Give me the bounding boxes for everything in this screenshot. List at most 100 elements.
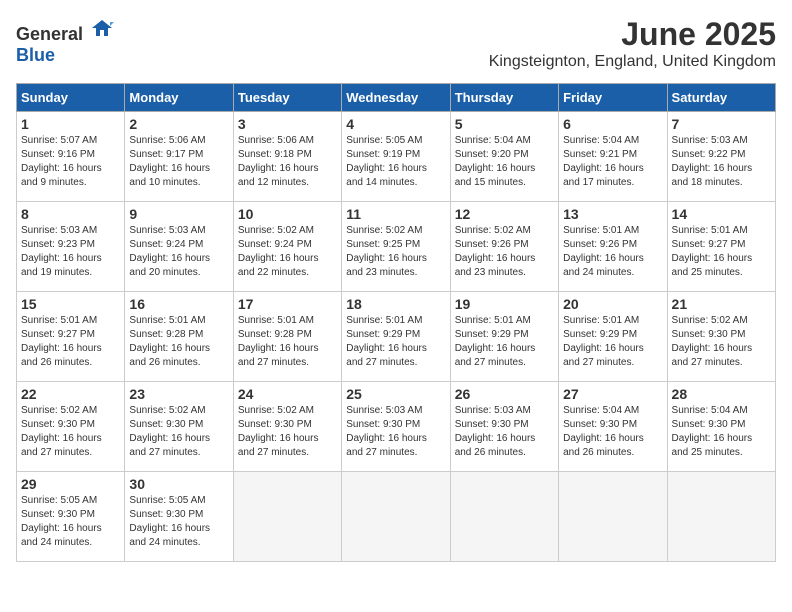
day-cell-28: 28 Sunrise: 5:04 AM Sunset: 9:30 PM Dayl…	[667, 382, 775, 472]
day-number: 22	[21, 386, 120, 402]
day-cell-10: 10 Sunrise: 5:02 AM Sunset: 9:24 PM Dayl…	[233, 202, 341, 292]
day-info: Sunrise: 5:01 AM Sunset: 9:29 PM Dayligh…	[455, 314, 554, 370]
day-cell-1: 1 Sunrise: 5:07 AM Sunset: 9:16 PM Dayli…	[17, 112, 125, 202]
day-number: 10	[238, 206, 337, 222]
day-info: Sunrise: 5:01 AM Sunset: 9:29 PM Dayligh…	[563, 314, 662, 370]
day-cell-15: 15 Sunrise: 5:01 AM Sunset: 9:27 PM Dayl…	[17, 292, 125, 382]
day-number: 27	[563, 386, 662, 402]
empty-cell	[559, 472, 667, 562]
day-info: Sunrise: 5:01 AM Sunset: 9:27 PM Dayligh…	[21, 314, 120, 370]
day-info: Sunrise: 5:01 AM Sunset: 9:28 PM Dayligh…	[238, 314, 337, 370]
day-info: Sunrise: 5:02 AM Sunset: 9:30 PM Dayligh…	[129, 404, 228, 460]
day-number: 24	[238, 386, 337, 402]
day-number: 17	[238, 296, 337, 312]
week-row-3: 15 Sunrise: 5:01 AM Sunset: 9:27 PM Dayl…	[17, 292, 776, 382]
week-row-2: 8 Sunrise: 5:03 AM Sunset: 9:23 PM Dayli…	[17, 202, 776, 292]
day-info: Sunrise: 5:02 AM Sunset: 9:26 PM Dayligh…	[455, 224, 554, 280]
day-number: 9	[129, 206, 228, 222]
day-number: 7	[672, 116, 771, 132]
page-header: General Blue June 2025 Kingsteignton, En…	[16, 16, 776, 71]
day-info: Sunrise: 5:02 AM Sunset: 9:30 PM Dayligh…	[21, 404, 120, 460]
day-info: Sunrise: 5:02 AM Sunset: 9:30 PM Dayligh…	[672, 314, 771, 370]
logo-icon	[90, 16, 114, 40]
header-saturday: Saturday	[667, 84, 775, 112]
day-number: 30	[129, 476, 228, 492]
day-info: Sunrise: 5:04 AM Sunset: 9:30 PM Dayligh…	[563, 404, 662, 460]
day-info: Sunrise: 5:06 AM Sunset: 9:18 PM Dayligh…	[238, 134, 337, 190]
day-number: 25	[346, 386, 445, 402]
day-cell-23: 23 Sunrise: 5:02 AM Sunset: 9:30 PM Dayl…	[125, 382, 233, 472]
day-cell-27: 27 Sunrise: 5:04 AM Sunset: 9:30 PM Dayl…	[559, 382, 667, 472]
header-wednesday: Wednesday	[342, 84, 450, 112]
empty-cell	[233, 472, 341, 562]
day-number: 19	[455, 296, 554, 312]
day-cell-9: 9 Sunrise: 5:03 AM Sunset: 9:24 PM Dayli…	[125, 202, 233, 292]
day-cell-29: 29 Sunrise: 5:05 AM Sunset: 9:30 PM Dayl…	[17, 472, 125, 562]
location-title: Kingsteignton, England, United Kingdom	[489, 53, 776, 71]
day-info: Sunrise: 5:03 AM Sunset: 9:24 PM Dayligh…	[129, 224, 228, 280]
day-info: Sunrise: 5:04 AM Sunset: 9:21 PM Dayligh…	[563, 134, 662, 190]
day-number: 15	[21, 296, 120, 312]
day-number: 12	[455, 206, 554, 222]
calendar-header-row: Sunday Monday Tuesday Wednesday Thursday…	[17, 84, 776, 112]
day-number: 1	[21, 116, 120, 132]
day-cell-24: 24 Sunrise: 5:02 AM Sunset: 9:30 PM Dayl…	[233, 382, 341, 472]
logo-content: General Blue	[16, 16, 114, 66]
day-info: Sunrise: 5:01 AM Sunset: 9:26 PM Dayligh…	[563, 224, 662, 280]
day-info: Sunrise: 5:06 AM Sunset: 9:17 PM Dayligh…	[129, 134, 228, 190]
month-title: June 2025	[489, 16, 776, 53]
day-cell-21: 21 Sunrise: 5:02 AM Sunset: 9:30 PM Dayl…	[667, 292, 775, 382]
empty-cell	[667, 472, 775, 562]
day-info: Sunrise: 5:03 AM Sunset: 9:30 PM Dayligh…	[455, 404, 554, 460]
header-friday: Friday	[559, 84, 667, 112]
day-number: 28	[672, 386, 771, 402]
day-number: 14	[672, 206, 771, 222]
day-number: 3	[238, 116, 337, 132]
title-section: June 2025 Kingsteignton, England, United…	[489, 16, 776, 71]
day-number: 8	[21, 206, 120, 222]
day-cell-11: 11 Sunrise: 5:02 AM Sunset: 9:25 PM Dayl…	[342, 202, 450, 292]
day-cell-20: 20 Sunrise: 5:01 AM Sunset: 9:29 PM Dayl…	[559, 292, 667, 382]
day-info: Sunrise: 5:02 AM Sunset: 9:24 PM Dayligh…	[238, 224, 337, 280]
day-info: Sunrise: 5:07 AM Sunset: 9:16 PM Dayligh…	[21, 134, 120, 190]
day-cell-4: 4 Sunrise: 5:05 AM Sunset: 9:19 PM Dayli…	[342, 112, 450, 202]
day-cell-8: 8 Sunrise: 5:03 AM Sunset: 9:23 PM Dayli…	[17, 202, 125, 292]
day-info: Sunrise: 5:05 AM Sunset: 9:30 PM Dayligh…	[129, 494, 228, 550]
day-cell-16: 16 Sunrise: 5:01 AM Sunset: 9:28 PM Dayl…	[125, 292, 233, 382]
day-cell-3: 3 Sunrise: 5:06 AM Sunset: 9:18 PM Dayli…	[233, 112, 341, 202]
day-cell-5: 5 Sunrise: 5:04 AM Sunset: 9:20 PM Dayli…	[450, 112, 558, 202]
day-number: 6	[563, 116, 662, 132]
logo-general: General	[16, 24, 83, 44]
day-cell-18: 18 Sunrise: 5:01 AM Sunset: 9:29 PM Dayl…	[342, 292, 450, 382]
day-info: Sunrise: 5:01 AM Sunset: 9:29 PM Dayligh…	[346, 314, 445, 370]
empty-cell	[450, 472, 558, 562]
day-cell-12: 12 Sunrise: 5:02 AM Sunset: 9:26 PM Dayl…	[450, 202, 558, 292]
logo: General Blue	[16, 16, 114, 66]
header-monday: Monday	[125, 84, 233, 112]
day-number: 5	[455, 116, 554, 132]
day-number: 2	[129, 116, 228, 132]
day-cell-2: 2 Sunrise: 5:06 AM Sunset: 9:17 PM Dayli…	[125, 112, 233, 202]
day-info: Sunrise: 5:05 AM Sunset: 9:30 PM Dayligh…	[21, 494, 120, 550]
day-number: 11	[346, 206, 445, 222]
day-info: Sunrise: 5:05 AM Sunset: 9:19 PM Dayligh…	[346, 134, 445, 190]
empty-cell	[342, 472, 450, 562]
day-cell-14: 14 Sunrise: 5:01 AM Sunset: 9:27 PM Dayl…	[667, 202, 775, 292]
day-info: Sunrise: 5:01 AM Sunset: 9:27 PM Dayligh…	[672, 224, 771, 280]
day-number: 29	[21, 476, 120, 492]
day-number: 21	[672, 296, 771, 312]
day-cell-30: 30 Sunrise: 5:05 AM Sunset: 9:30 PM Dayl…	[125, 472, 233, 562]
day-number: 16	[129, 296, 228, 312]
day-cell-7: 7 Sunrise: 5:03 AM Sunset: 9:22 PM Dayli…	[667, 112, 775, 202]
day-number: 23	[129, 386, 228, 402]
day-number: 4	[346, 116, 445, 132]
logo-blue: Blue	[16, 45, 55, 65]
day-info: Sunrise: 5:03 AM Sunset: 9:22 PM Dayligh…	[672, 134, 771, 190]
week-row-4: 22 Sunrise: 5:02 AM Sunset: 9:30 PM Dayl…	[17, 382, 776, 472]
day-number: 18	[346, 296, 445, 312]
calendar-table: Sunday Monday Tuesday Wednesday Thursday…	[16, 83, 776, 562]
day-info: Sunrise: 5:03 AM Sunset: 9:23 PM Dayligh…	[21, 224, 120, 280]
header-tuesday: Tuesday	[233, 84, 341, 112]
day-info: Sunrise: 5:02 AM Sunset: 9:25 PM Dayligh…	[346, 224, 445, 280]
week-row-1: 1 Sunrise: 5:07 AM Sunset: 9:16 PM Dayli…	[17, 112, 776, 202]
